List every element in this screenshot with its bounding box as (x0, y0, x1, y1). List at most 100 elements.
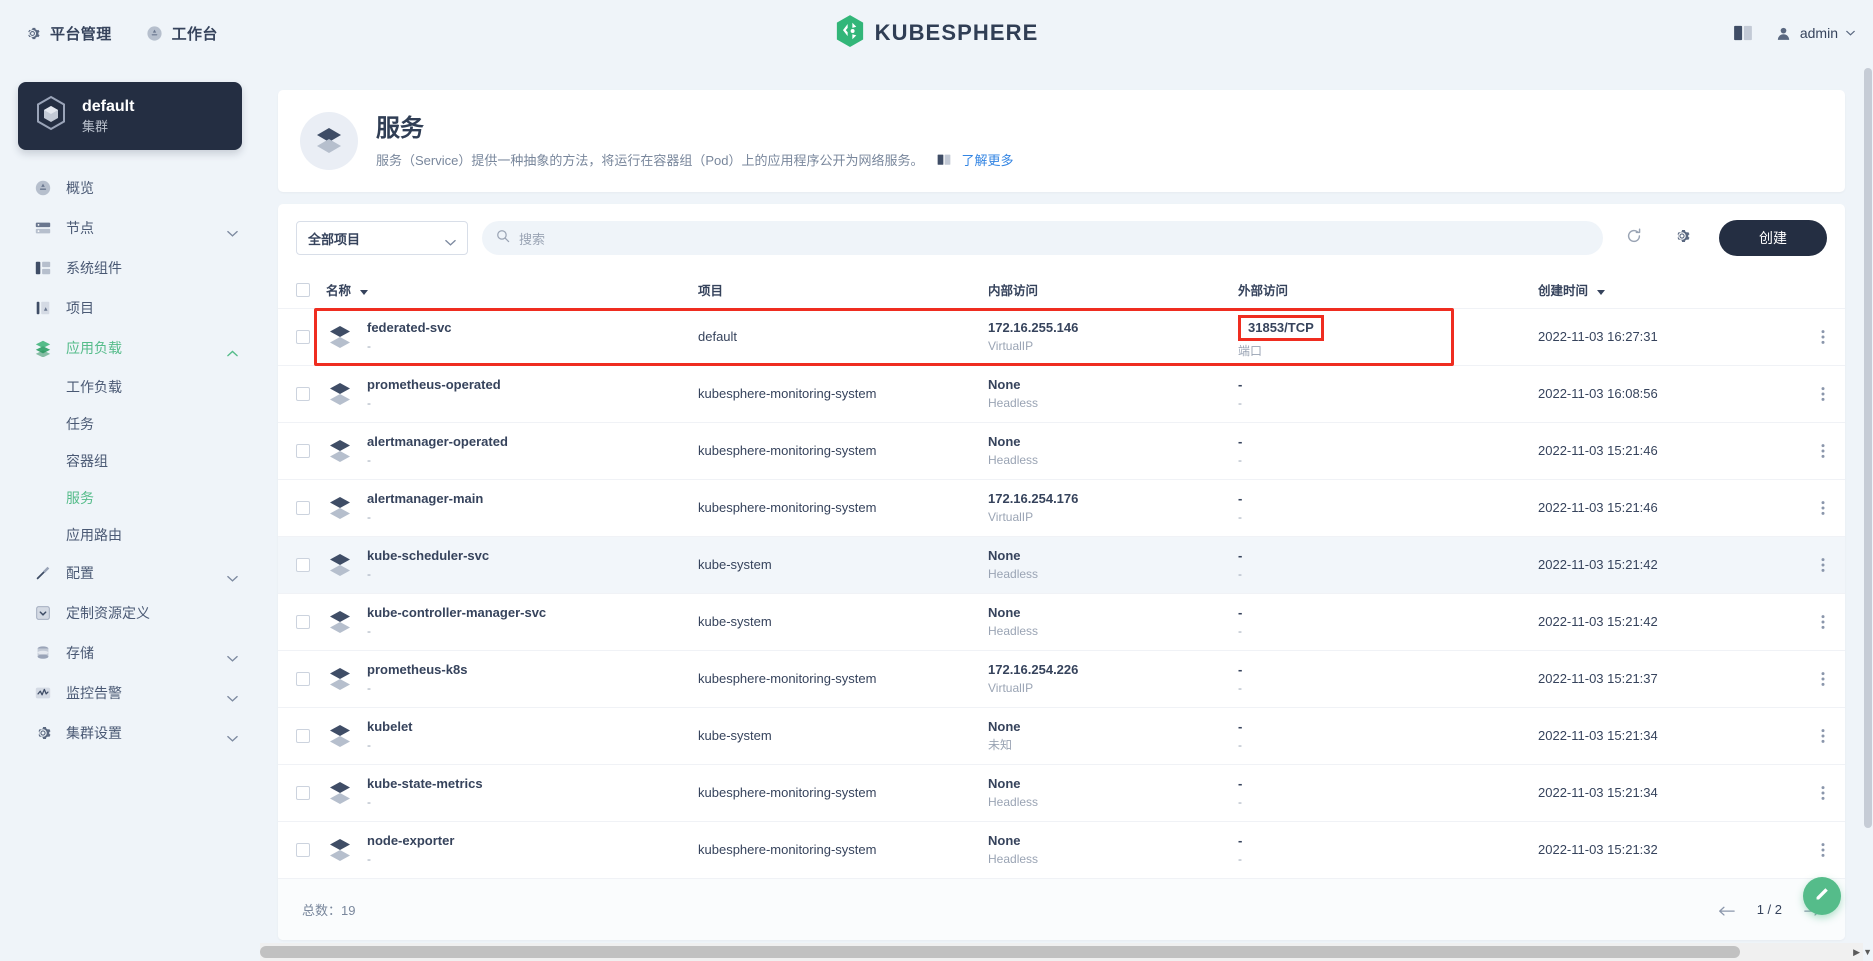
cell-actions[interactable] (1788, 593, 1845, 650)
cell-select[interactable] (278, 650, 326, 707)
scroll-right-arrow-icon[interactable]: ▶ (1853, 947, 1860, 958)
cell-select[interactable] (278, 593, 326, 650)
cell-select[interactable] (278, 365, 326, 422)
top-nav-item-platform[interactable]: 平台管理 (24, 23, 112, 44)
cell-select[interactable] (278, 479, 326, 536)
refresh-button[interactable] (1617, 221, 1651, 255)
more-actions-icon[interactable] (1788, 499, 1845, 517)
row-checkbox[interactable] (296, 842, 310, 857)
cell-name[interactable]: prometheus-operated - (326, 365, 698, 422)
cell-name[interactable]: node-exporter - (326, 821, 698, 878)
table-row[interactable]: alertmanager-main - kubesphere-monitorin… (278, 479, 1845, 536)
table-row[interactable]: prometheus-k8s - kubesphere-monitoring-s… (278, 650, 1845, 707)
row-checkbox[interactable] (296, 386, 310, 401)
scroll-down-arrow-icon[interactable]: ▼ (1863, 947, 1872, 957)
sidebar-item-workloads[interactable]: 应用负载 (0, 328, 260, 368)
arrow-left-icon[interactable] (1718, 904, 1735, 916)
cell-select[interactable] (278, 308, 326, 365)
user-menu[interactable]: admin (1775, 25, 1855, 42)
sidebar-subitem-services[interactable]: 服务 (0, 479, 260, 516)
row-checkbox[interactable] (296, 500, 310, 515)
cell-actions[interactable] (1788, 764, 1845, 821)
cell-name[interactable]: federated-svc - (326, 308, 698, 365)
more-actions-icon[interactable] (1788, 556, 1845, 574)
row-checkbox[interactable] (296, 614, 310, 629)
sidebar-item-overview[interactable]: 概览 (0, 168, 260, 208)
sidebar-item-nodes[interactable]: 节点 (0, 208, 260, 248)
top-nav-item-workbench[interactable]: 工作台 (146, 23, 218, 44)
table-row[interactable]: alertmanager-operated - kubesphere-monit… (278, 422, 1845, 479)
service-icon (326, 323, 354, 351)
more-actions-icon[interactable] (1788, 670, 1845, 688)
table-row[interactable]: kube-scheduler-svc - kube-system None He… (278, 536, 1845, 593)
cell-actions[interactable] (1788, 365, 1845, 422)
sidebar-subitem-pods[interactable]: 容器组 (0, 442, 260, 479)
sidebar-item-cluster-settings[interactable]: 集群设置 (0, 713, 260, 753)
vertical-scrollbar[interactable]: ▼ (1863, 66, 1873, 957)
row-checkbox[interactable] (296, 671, 310, 686)
horizontal-scrollbar[interactable]: ▶ (260, 943, 1863, 961)
row-checkbox[interactable] (296, 443, 310, 458)
row-checkbox[interactable] (296, 329, 310, 344)
table-row[interactable]: kube-controller-manager-svc - kube-syste… (278, 593, 1845, 650)
create-button[interactable]: 创建 (1719, 220, 1827, 256)
table-row[interactable]: kubelet - kube-system None 未知 - - 2022-1… (278, 707, 1845, 764)
cell-name[interactable]: kube-controller-manager-svc - (326, 593, 698, 650)
cell-actions[interactable] (1788, 422, 1845, 479)
cell-actions[interactable] (1788, 308, 1845, 365)
cell-select[interactable] (278, 821, 326, 878)
learn-more-link[interactable]: 了解更多 (961, 150, 1013, 169)
sidebar-subitem-jobs[interactable]: 任务 (0, 405, 260, 442)
project-filter-select[interactable]: 全部项目 (296, 221, 468, 255)
cell-name[interactable]: alertmanager-main - (326, 479, 698, 536)
sidebar-item-projects[interactable]: 项目 (0, 288, 260, 328)
header-created-time[interactable]: 创建时间 (1538, 272, 1788, 308)
table-settings-button[interactable] (1665, 221, 1699, 255)
cell-name[interactable]: kubelet - (326, 707, 698, 764)
header-name[interactable]: 名称 (326, 272, 698, 308)
row-checkbox[interactable] (296, 557, 310, 572)
cell-actions[interactable] (1788, 536, 1845, 593)
header-select-all[interactable] (278, 272, 326, 308)
more-actions-icon[interactable] (1788, 328, 1845, 346)
cluster-selector[interactable]: default 集群 (18, 82, 242, 150)
table-row[interactable]: federated-svc - default 172.16.255.146 V… (278, 308, 1845, 366)
cell-select[interactable] (278, 536, 326, 593)
sidebar-subitem-ingresses[interactable]: 应用路由 (0, 516, 260, 553)
vertical-scrollbar-thumb[interactable] (1864, 68, 1872, 828)
search-input[interactable]: 搜索 (482, 221, 1603, 255)
sidebar-item-config[interactable]: 配置 (0, 553, 260, 593)
table-row[interactable]: prometheus-operated - kubesphere-monitor… (278, 365, 1845, 422)
feedback-fab-button[interactable] (1803, 877, 1841, 915)
more-actions-icon[interactable] (1788, 442, 1845, 460)
cell-name[interactable]: kube-scheduler-svc - (326, 536, 698, 593)
sidebar-subitem-workloads[interactable]: 工作负载 (0, 368, 260, 405)
cell-name[interactable]: alertmanager-operated - (326, 422, 698, 479)
horizontal-scrollbar-thumb[interactable] (260, 946, 1740, 958)
more-actions-icon[interactable] (1788, 784, 1845, 802)
table-row[interactable]: kube-state-metrics - kubesphere-monitori… (278, 764, 1845, 821)
cell-actions[interactable] (1788, 821, 1845, 878)
cell-select[interactable] (278, 707, 326, 764)
more-actions-icon[interactable] (1788, 841, 1845, 859)
more-actions-icon[interactable] (1788, 727, 1845, 745)
sidebar-item-storage[interactable]: 存储 (0, 633, 260, 673)
sidebar-item-monitoring[interactable]: 监控告警 (0, 673, 260, 713)
select-all-checkbox[interactable] (296, 282, 310, 297)
sidebar-item-crd[interactable]: 定制资源定义 (0, 593, 260, 633)
book-icon[interactable] (1733, 25, 1753, 41)
sidebar-item-components[interactable]: 系统组件 (0, 248, 260, 288)
more-actions-icon[interactable] (1788, 385, 1845, 403)
cell-select[interactable] (278, 422, 326, 479)
table-row[interactable]: node-exporter - kubesphere-monitoring-sy… (278, 821, 1845, 878)
cell-project: kubesphere-monitoring-system (698, 650, 988, 707)
cell-actions[interactable] (1788, 479, 1845, 536)
cell-actions[interactable] (1788, 707, 1845, 764)
cell-name[interactable]: prometheus-k8s - (326, 650, 698, 707)
cell-name[interactable]: kube-state-metrics - (326, 764, 698, 821)
cell-select[interactable] (278, 764, 326, 821)
row-checkbox[interactable] (296, 728, 310, 743)
cell-actions[interactable] (1788, 650, 1845, 707)
more-actions-icon[interactable] (1788, 613, 1845, 631)
row-checkbox[interactable] (296, 785, 310, 800)
